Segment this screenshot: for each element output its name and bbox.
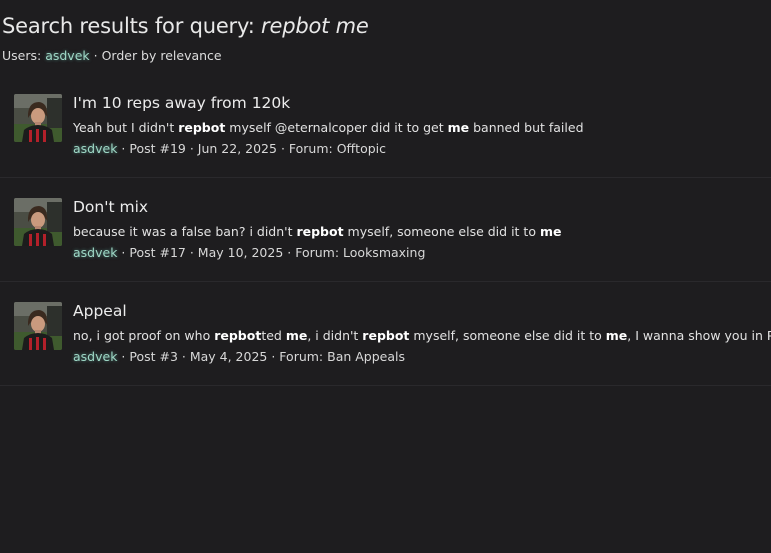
post-number-link[interactable]: Post #3 — [129, 349, 178, 364]
meta-separator: · — [283, 245, 296, 260]
highlighted-term: me — [605, 328, 628, 343]
snippet-text: ted — [261, 328, 286, 343]
user-avatar[interactable] — [14, 198, 62, 246]
post-number-link[interactable]: Post #19 — [129, 141, 186, 156]
search-result-item: Don't mix because it was a false ban? i … — [0, 178, 771, 282]
author-link[interactable]: asdvek — [73, 141, 117, 156]
search-results-list: I'm 10 reps away from 120k Yeah but I di… — [0, 74, 771, 386]
meta-separator: · — [185, 245, 198, 260]
avatar-photo-icon — [14, 94, 62, 142]
search-filters: Users: asdvek · Order by relevance — [2, 48, 222, 63]
post-date: May 10, 2025 — [197, 245, 284, 260]
forum-label: Forum: — [288, 141, 337, 156]
thread-title-link[interactable]: I'm 10 reps away from 120k — [73, 94, 290, 112]
highlighted-term: me — [447, 120, 470, 135]
forum-label: Forum: — [279, 349, 328, 364]
meta-separator: · — [267, 349, 280, 364]
forum-link[interactable]: Offtopic — [337, 141, 386, 156]
meta-separator: · — [117, 141, 130, 156]
result-meta: asdvek · Post #19 · Jun 22, 2025 · Forum… — [73, 141, 386, 156]
snippet-text: no, i got proof on who — [73, 328, 215, 343]
filter-user-link[interactable]: asdvek — [45, 48, 89, 63]
user-avatar[interactable] — [14, 94, 62, 142]
result-meta: asdvek · Post #17 · May 10, 2025 · Forum… — [73, 245, 425, 260]
page-title-prefix: Search results for query: — [2, 14, 262, 38]
avatar-photo-icon — [14, 198, 62, 246]
meta-separator: · — [185, 141, 198, 156]
meta-separator: · — [117, 349, 130, 364]
page-title: Search results for query: repbot me — [2, 14, 369, 38]
user-avatar[interactable] — [14, 302, 62, 350]
search-result-item: Appeal no, i got proof on who repbotted … — [0, 282, 771, 386]
highlighted-term: repbot — [214, 328, 262, 343]
author-link[interactable]: asdvek — [73, 349, 117, 364]
snippet-text: myself, someone else did it to — [409, 328, 606, 343]
result-snippet: no, i got proof on who repbotted me, i d… — [73, 328, 771, 343]
post-date: May 4, 2025 — [189, 349, 268, 364]
highlighted-term: repbot — [178, 120, 226, 135]
snippet-text: Yeah but I didn't — [73, 120, 179, 135]
forum-link[interactable]: Ban Appeals — [327, 349, 405, 364]
highlighted-term: me — [539, 224, 562, 239]
snippet-text: , i didn't — [307, 328, 363, 343]
snippet-text: myself, someone else did it to — [343, 224, 540, 239]
post-date: Jun 22, 2025 — [197, 141, 277, 156]
highlighted-term: repbot — [296, 224, 344, 239]
meta-separator: · — [276, 141, 289, 156]
thread-title-link[interactable]: Appeal — [73, 302, 127, 320]
snippet-text: myself @eternalcoper did it to get — [225, 120, 448, 135]
snippet-text: because it was a false ban? i didn't — [73, 224, 297, 239]
forum-link[interactable]: Looksmaxing — [343, 245, 425, 260]
meta-separator: · — [177, 349, 190, 364]
users-label: Users: — [2, 48, 46, 63]
author-link[interactable]: asdvek — [73, 245, 117, 260]
avatar-photo-icon — [14, 302, 62, 350]
meta-separator: · — [117, 245, 130, 260]
snippet-text: banned but failed — [469, 120, 584, 135]
result-snippet: because it was a false ban? i didn't rep… — [73, 224, 561, 239]
search-query: repbot me — [261, 14, 369, 38]
post-number-link[interactable]: Post #17 — [129, 245, 186, 260]
search-result-item: I'm 10 reps away from 120k Yeah but I di… — [0, 74, 771, 178]
highlighted-term: me — [285, 328, 308, 343]
result-snippet: Yeah but I didn't repbot myself @eternal… — [73, 120, 584, 135]
result-meta: asdvek · Post #3 · May 4, 2025 · Forum: … — [73, 349, 405, 364]
forum-label: Forum: — [295, 245, 344, 260]
filter-separator: · — [89, 48, 102, 63]
snippet-text: , I wanna show you in PMs — [627, 328, 771, 343]
highlighted-term: repbot — [362, 328, 410, 343]
order-by-label: Order by relevance — [101, 48, 222, 63]
thread-title-link[interactable]: Don't mix — [73, 198, 148, 216]
